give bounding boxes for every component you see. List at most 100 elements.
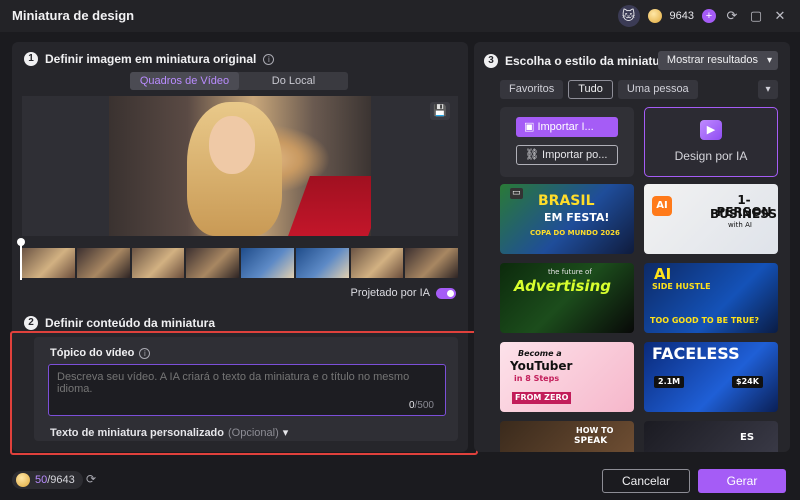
ai-design-card[interactable]: ▶ Design por IA: [644, 107, 778, 177]
video-frame[interactable]: [76, 248, 130, 278]
ai-projected-toggle-row: Projetado por IA: [350, 287, 456, 299]
template-thumbnail[interactable]: Become a YouTuber in 8 Steps FROM ZERO: [500, 342, 634, 412]
template-line1: ES: [740, 432, 755, 443]
save-icon[interactable]: 💾: [430, 102, 450, 120]
right-panel: 3 Escolha o estilo da miniatura Mostrar …: [474, 42, 790, 452]
video-frame[interactable]: [131, 248, 185, 278]
video-frame-strip[interactable]: [22, 248, 458, 278]
topic-card: Tópico do vídeo i 0/500 Texto de miniatu…: [34, 337, 458, 441]
template-line2: 2.1M: [654, 376, 685, 388]
coin-icon: [647, 9, 662, 23]
topic-label-row: Tópico do vídeo i: [50, 347, 151, 359]
more-filters-icon[interactable]: ▾: [758, 80, 778, 99]
section1-header: 1 Definir imagem em miniatura original i: [24, 52, 275, 66]
template-line2: SPEAK: [574, 436, 608, 446]
filter-all[interactable]: Tudo: [568, 80, 613, 99]
step-number: 2: [24, 316, 38, 330]
char-counter: 0/500: [409, 400, 434, 411]
ai-magic-icon: ▶: [700, 120, 722, 140]
frame-playhead[interactable]: [17, 238, 25, 280]
step-number: 1: [24, 52, 38, 66]
info-icon[interactable]: i: [263, 53, 275, 65]
preview-image: [109, 96, 371, 236]
custom-text-toggle[interactable]: Texto de miniatura personalizado (Opcion…: [50, 426, 289, 440]
maximize-icon[interactable]: ▢: [748, 8, 764, 24]
template-line1: AI: [654, 265, 672, 283]
template-line2: Advertising: [514, 277, 612, 295]
tab-video-frames[interactable]: Quadros de Vídeo: [130, 72, 239, 90]
style-filters: Favoritos Tudo Uma pessoa: [500, 80, 698, 99]
video-frame[interactable]: [295, 248, 349, 278]
template-line2: YouTuber: [510, 359, 573, 373]
template-line4: FROM ZERO: [512, 392, 572, 404]
template-line3: in 8 Steps: [514, 374, 560, 383]
title-bar-controls: 🐱 9643 + ⟳ ▢ ✕: [617, 5, 788, 27]
ai-design-label: Design por IA: [674, 149, 748, 163]
import-box: ▣ Importar I... ⛓ Importar po...: [500, 107, 634, 177]
filter-one-person[interactable]: Uma pessoa: [617, 80, 698, 99]
video-frame[interactable]: [241, 248, 294, 278]
red-carpet-graphic: [288, 176, 371, 236]
char-count-max: /500: [414, 400, 434, 411]
template-line3: TOO GOOD TO BE TRUE?: [650, 316, 760, 325]
video-topic-input[interactable]: [48, 364, 446, 416]
filter-favorites[interactable]: Favoritos: [500, 80, 564, 99]
template-line3: $24K: [732, 376, 763, 388]
close-icon[interactable]: ✕: [772, 8, 788, 24]
refresh-icon[interactable]: ⟳: [86, 472, 96, 486]
template-thumbnail[interactable]: AI 1-PERSON BUSINESS with AI: [644, 184, 778, 254]
template-thumbnail[interactable]: HOW TO SPEAK: [500, 421, 634, 452]
generate-button[interactable]: Gerar: [698, 469, 786, 493]
template-line2: BUSINESS: [710, 207, 777, 221]
credits-total: /9643: [47, 474, 75, 486]
credits-count: 9643: [669, 10, 694, 22]
template-line1: BRASIL: [538, 193, 595, 209]
template-line3: with AI: [728, 221, 752, 229]
import-post-button[interactable]: ⛓ Importar po...: [516, 145, 618, 165]
template-line2: EM FESTA!: [544, 211, 610, 224]
thumbnail-preview: 💾: [22, 96, 458, 236]
import-image-button[interactable]: ▣ Importar I...: [516, 117, 618, 137]
optional-label: (Opcional): [228, 426, 279, 439]
topic-label: Tópico do vídeo: [50, 347, 135, 359]
info-icon[interactable]: i: [139, 347, 151, 359]
show-results-dropdown[interactable]: Mostrar resultados: [657, 51, 778, 70]
import-image-label: Importar I...: [537, 121, 594, 133]
credits-used: 50: [35, 474, 48, 486]
section2-header: 2 Definir conteúdo da miniatura: [24, 316, 215, 330]
coin-icon: [16, 473, 30, 487]
section3-title: Escolha o estilo da miniatura: [505, 54, 672, 68]
window-title: Miniatura de design: [12, 8, 135, 23]
template-thumbnail[interactable]: AI SIDE HUSTLE TOO GOOD TO BE TRUE?: [644, 263, 778, 333]
ai-projected-toggle[interactable]: [436, 287, 456, 299]
ai-projected-label: Projetado por IA: [350, 287, 431, 299]
template-line3: COPA DO MUNDO 2026: [530, 229, 620, 237]
template-line1: HOW TO: [576, 426, 614, 435]
chevron-down-icon: ▾: [282, 427, 289, 439]
video-frame[interactable]: [22, 248, 75, 278]
cancel-button[interactable]: Cancelar: [602, 469, 690, 493]
section3-header: 3 Escolha o estilo da miniatura: [484, 54, 671, 68]
video-frame[interactable]: [405, 248, 458, 278]
template-line1: the future of: [548, 268, 592, 276]
video-frame[interactable]: [186, 248, 239, 278]
section2-title: Definir conteúdo da miniatura: [45, 316, 216, 330]
section1-title: Definir imagem em miniatura original: [45, 52, 257, 66]
credits-usage: 50/9643: [12, 471, 83, 489]
template-thumbnail[interactable]: ▭ BRASIL EM FESTA! COPA DO MUNDO 2026: [500, 184, 634, 254]
user-avatar[interactable]: 🐱: [617, 5, 640, 27]
template-video-icon: ▭: [510, 188, 523, 199]
image-icon: ▣: [524, 121, 538, 133]
template-thumbnail[interactable]: FACELESS 2.1M $24K: [644, 342, 778, 412]
refresh-icon[interactable]: ⟳: [724, 8, 740, 24]
subject-face-graphic: [209, 116, 255, 174]
add-credits-icon[interactable]: +: [702, 9, 716, 23]
bottom-bar: 50/9643 ⟳ Cancelar Gerar: [0, 460, 800, 500]
template-thumbnail[interactable]: ES: [644, 421, 778, 452]
template-thumbnail[interactable]: the future of Advertising: [500, 263, 634, 333]
video-frame[interactable]: [350, 248, 404, 278]
template-line1: FACELESS: [652, 344, 740, 363]
title-bar: Miniatura de design 🐱 9643 + ⟳ ▢ ✕: [0, 0, 800, 32]
ai-badge-icon: AI: [652, 196, 672, 216]
tab-local[interactable]: Do Local: [239, 72, 348, 90]
